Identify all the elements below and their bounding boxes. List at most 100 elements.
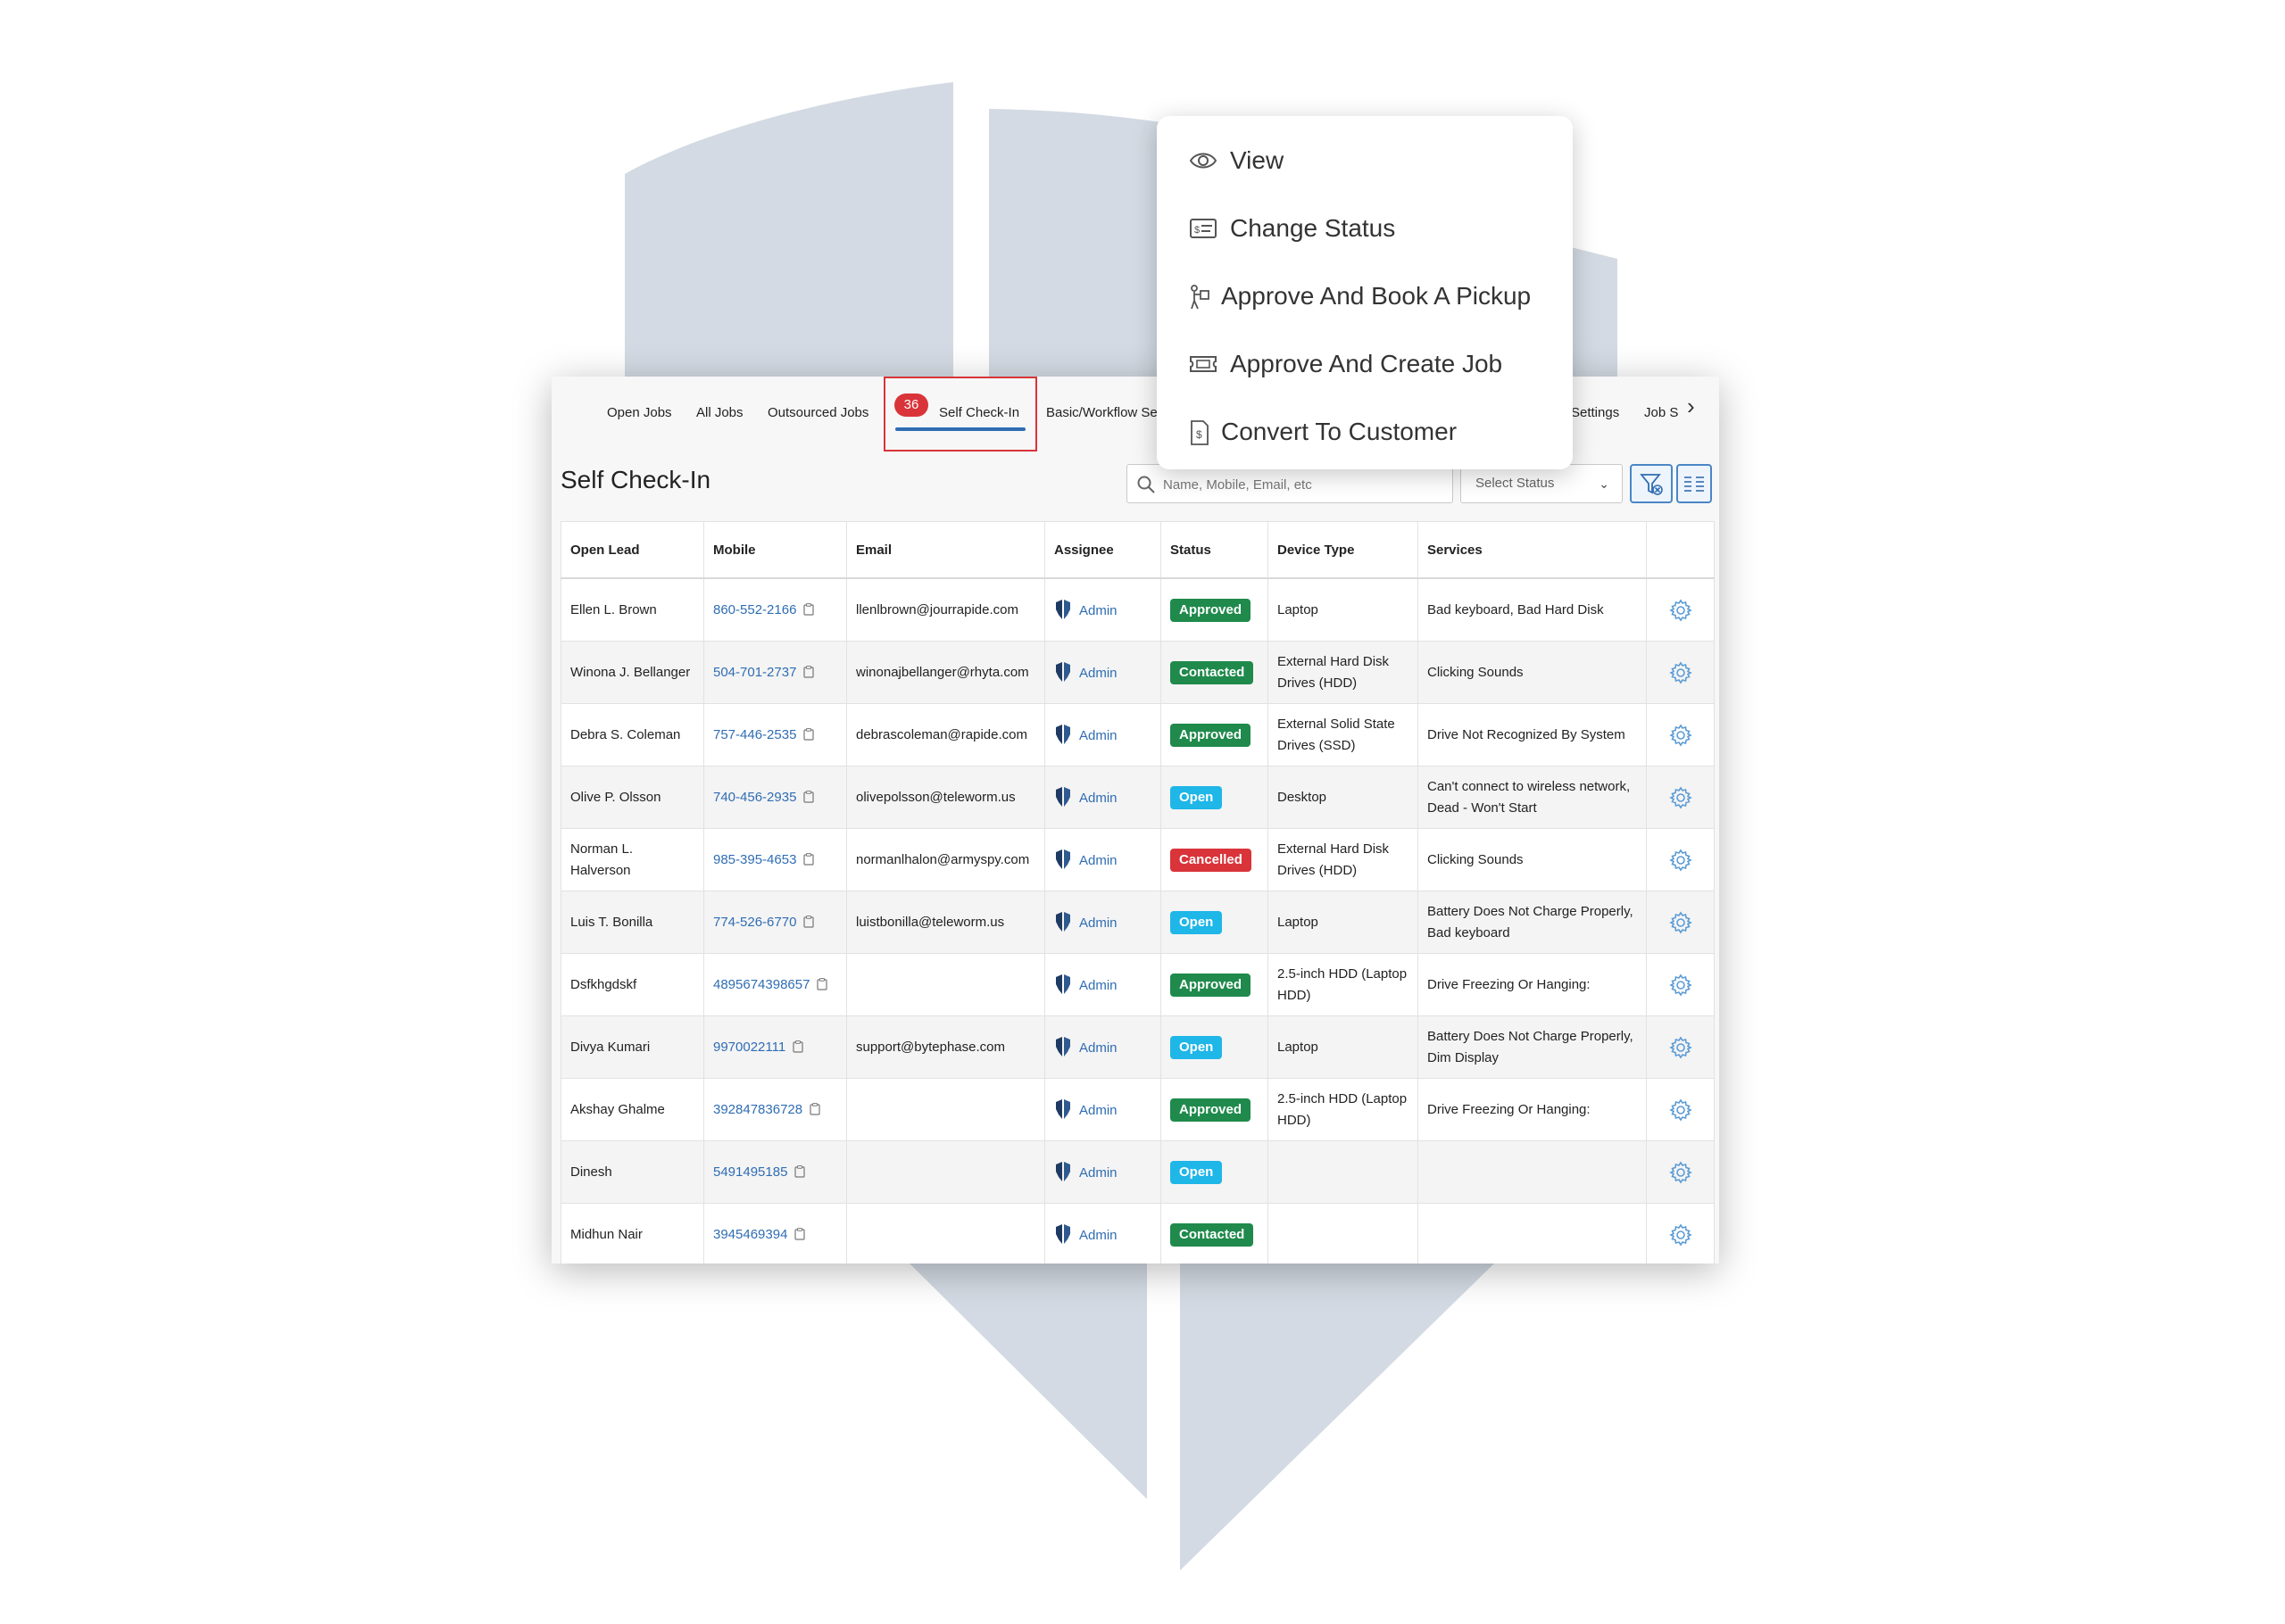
gear-icon[interactable] — [1668, 911, 1692, 934]
actions-cell — [1646, 1140, 1715, 1204]
copy-icon[interactable] — [803, 790, 815, 803]
mobile-link[interactable]: 9970022111 — [713, 1040, 785, 1055]
assignee-link[interactable]: Admin — [1079, 728, 1118, 743]
device-type-cell: Laptop — [1267, 577, 1418, 642]
table-row[interactable]: Ellen L. Brown 860-552-2166 llenlbrown@jou… — [561, 577, 1715, 642]
gear-icon[interactable] — [1668, 661, 1692, 684]
column-header-services[interactable]: Services — [1417, 521, 1647, 579]
table-row[interactable]: Divya Kumari 9970022111 support@bytephase.… — [561, 1015, 1715, 1079]
active-tab-underline — [895, 427, 1026, 431]
assignee-cell: Admin — [1044, 766, 1161, 829]
assignee-link[interactable]: Admin — [1079, 1103, 1118, 1118]
gear-icon[interactable] — [1668, 1098, 1692, 1122]
assignee-link[interactable]: Admin — [1079, 853, 1118, 868]
assignee-link[interactable]: Admin — [1079, 1040, 1118, 1056]
assignee-cell: Admin — [1044, 828, 1161, 891]
table-row[interactable]: Olive P. Olsson 740-456-2935 olivepolsson@… — [561, 766, 1715, 829]
assignee-link[interactable]: Admin — [1079, 916, 1118, 931]
table-row[interactable]: Dinesh 5491495185 Admin Open — [561, 1140, 1715, 1204]
menu-item-approve-create-job[interactable]: Approve And Create Job — [1189, 343, 1564, 385]
copy-icon[interactable] — [803, 727, 815, 741]
column-header-device-type[interactable]: Device Type — [1267, 521, 1418, 579]
gear-icon[interactable] — [1668, 1036, 1692, 1059]
column-header-actions — [1646, 521, 1715, 579]
copy-icon[interactable] — [803, 665, 815, 678]
tab-open-jobs[interactable]: Open Jobs — [607, 400, 672, 427]
table-row[interactable]: Midhun Nair 3945469394 Admin Contacted — [561, 1203, 1715, 1264]
clear-filter-button[interactable] — [1630, 464, 1673, 503]
table-row[interactable]: Luis T. Bonilla 774-526-6770 luistbonilla@… — [561, 891, 1715, 954]
copy-icon[interactable] — [810, 1102, 820, 1115]
assignee-link[interactable]: Admin — [1079, 1228, 1118, 1243]
status-badge: Open — [1170, 1160, 1223, 1184]
gear-icon[interactable] — [1668, 849, 1692, 872]
copy-icon[interactable] — [803, 915, 815, 928]
tab-all-jobs[interactable]: All Jobs — [696, 400, 744, 427]
assignee-cell: Admin — [1044, 577, 1161, 642]
device-type-cell: Laptop — [1267, 1015, 1418, 1079]
assignee-link[interactable]: Admin — [1079, 666, 1118, 681]
mobile-link[interactable]: 757-446-2535 — [713, 727, 796, 742]
mobile-link[interactable]: 4895674398657 — [713, 977, 810, 992]
mobile-link[interactable]: 3945469394 — [713, 1227, 787, 1242]
column-header-mobile[interactable]: Mobile — [703, 521, 847, 579]
table-row[interactable]: Winona J. Bellanger 504-701-2737 winonajbe… — [561, 641, 1715, 704]
status-cell: Approved — [1160, 577, 1268, 642]
copy-icon[interactable] — [803, 852, 815, 866]
column-header-status[interactable]: Status — [1160, 521, 1268, 579]
email-cell: olivepolsson@teleworm.us — [846, 766, 1045, 829]
tab-outsourced-jobs[interactable]: Outsourced Jobs — [768, 400, 868, 427]
copy-icon[interactable] — [817, 977, 828, 990]
column-header-assignee[interactable]: Assignee — [1044, 521, 1161, 579]
chevron-right-icon[interactable]: › — [1687, 393, 1705, 419]
chevron-down-icon: ⌄ — [1599, 476, 1609, 491]
assignee-cell: Admin — [1044, 891, 1161, 954]
mobile-link[interactable]: 504-701-2737 — [713, 665, 796, 680]
copy-icon[interactable] — [793, 1040, 803, 1053]
search-field[interactable] — [1126, 464, 1453, 503]
gear-icon[interactable] — [1668, 1161, 1692, 1184]
lead-name-cell: Norman L. Halverson — [561, 828, 704, 891]
table-row[interactable]: Akshay Ghalme 392847836728 Admin Approved 2.… — [561, 1078, 1715, 1141]
copy-icon[interactable] — [803, 602, 815, 616]
mobile-link[interactable]: 860-552-2166 — [713, 602, 796, 617]
mobile-link[interactable]: 5491495185 — [713, 1164, 787, 1180]
copy-icon[interactable] — [794, 1227, 806, 1240]
assignee-avatar-shield-icon — [1056, 1161, 1070, 1181]
gear-icon[interactable] — [1668, 1223, 1692, 1247]
assignee-link[interactable]: Admin — [1079, 978, 1118, 993]
column-header-email[interactable]: Email — [846, 521, 1045, 579]
status-select[interactable]: Select Status ⌄ — [1460, 464, 1623, 503]
table-row[interactable]: Debra S. Coleman 757-446-2535 debrascolema… — [561, 703, 1715, 766]
menu-item-change-status[interactable]: $ Change Status — [1189, 207, 1564, 250]
mobile-link[interactable]: 774-526-6770 — [713, 915, 796, 930]
mobile-link[interactable]: 392847836728 — [713, 1102, 802, 1117]
column-view-button[interactable] — [1676, 464, 1712, 503]
column-header-open-lead[interactable]: Open Lead — [561, 521, 704, 579]
table-body: Ellen L. Brown 860-552-2166 llenlbrown@jou… — [561, 577, 1715, 1264]
menu-item-view[interactable]: View — [1189, 139, 1564, 182]
gear-icon[interactable] — [1668, 724, 1692, 747]
assignee-link[interactable]: Admin — [1079, 791, 1118, 806]
assignee-cell: Admin — [1044, 1078, 1161, 1141]
search-input[interactable] — [1161, 470, 1449, 499]
mobile-link[interactable]: 985-395-4653 — [713, 852, 796, 867]
mobile-cell: 774-526-6770 — [703, 891, 847, 954]
gear-icon[interactable] — [1668, 599, 1692, 622]
gear-icon[interactable] — [1668, 974, 1692, 997]
mobile-cell: 504-701-2737 — [703, 641, 847, 704]
filter-clear-icon — [1640, 474, 1663, 495]
tab-self-check-in[interactable]: Self Check-In — [939, 400, 1019, 427]
menu-item-approve-book-pickup[interactable]: Approve And Book A Pickup — [1189, 275, 1564, 318]
tab-basic-workflow[interactable]: Basic/Workflow Se — [1046, 400, 1158, 427]
menu-item-convert-to-customer[interactable]: $ Convert To Customer — [1189, 410, 1564, 453]
assignee-link[interactable]: Admin — [1079, 603, 1118, 618]
tab-settings[interactable]: Settings — [1571, 400, 1619, 427]
assignee-link[interactable]: Admin — [1079, 1165, 1118, 1181]
gear-icon[interactable] — [1668, 786, 1692, 809]
copy-icon[interactable] — [794, 1164, 806, 1178]
table-row[interactable]: Dsfkhgdskf 4895674398657 Admin Approved 2.5-… — [561, 953, 1715, 1016]
tab-job-s[interactable]: Job S — [1644, 400, 1678, 427]
table-row[interactable]: Norman L. Halverson 985-395-4653 normanlha… — [561, 828, 1715, 891]
mobile-link[interactable]: 740-456-2935 — [713, 790, 796, 805]
